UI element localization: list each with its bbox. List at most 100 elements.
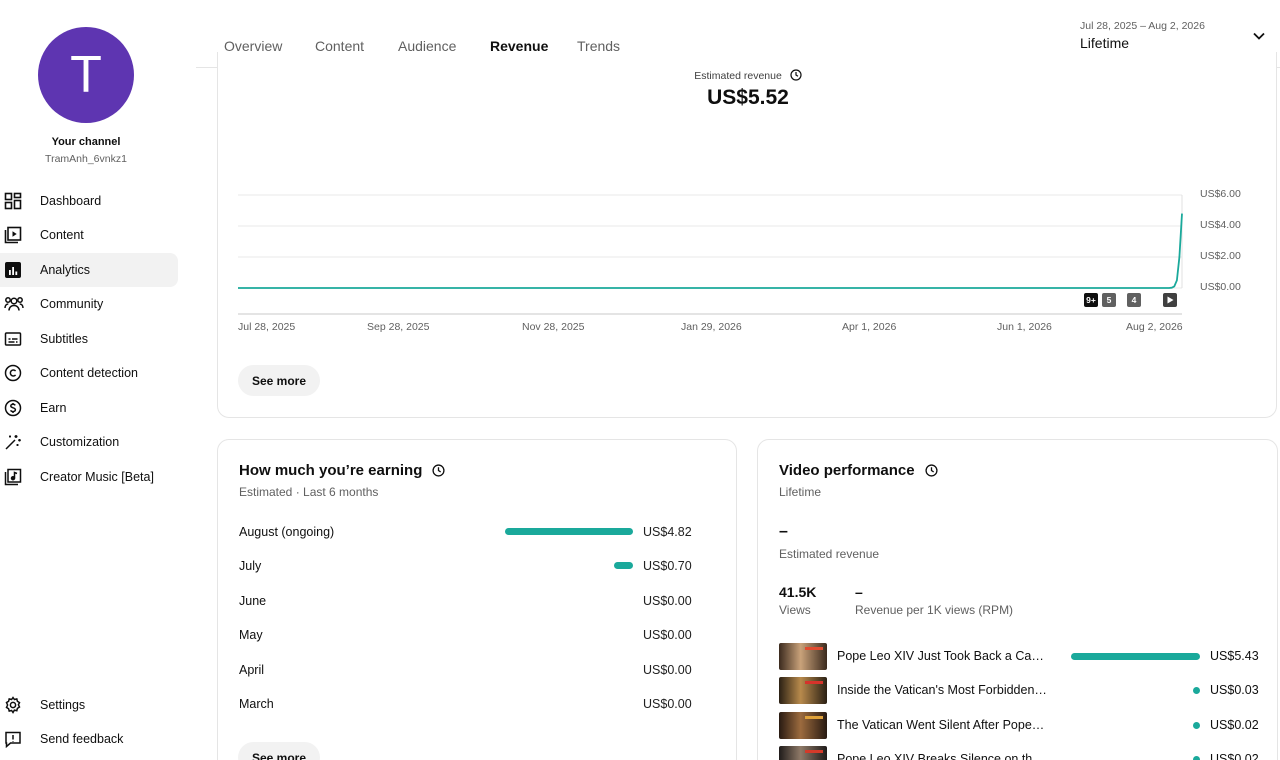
- earning-row: March US$0.00: [239, 694, 709, 714]
- video-revenue-amount: US$0.03: [1210, 683, 1259, 698]
- video-count-badge[interactable]: 5: [1102, 293, 1116, 307]
- earning-row: June US$0.00: [239, 591, 709, 611]
- earning-month: March: [239, 697, 274, 711]
- sidebar-item-settings[interactable]: Settings: [0, 688, 178, 722]
- y-tick-label: US$0.00: [1200, 281, 1241, 293]
- date-range-text[interactable]: Jul 28, 2025 – Aug 2, 2026: [1080, 20, 1205, 32]
- video-thumbnail[interactable]: [779, 677, 827, 705]
- sidebar-item-label: Settings: [40, 698, 86, 712]
- video-row[interactable]: The Vatican Went Silent After Pope L... U…: [779, 711, 1259, 739]
- sidebar-item-label: Dashboard: [40, 194, 102, 208]
- clock-icon[interactable]: [925, 464, 938, 477]
- earning-row: July US$0.70: [239, 556, 709, 576]
- video-row[interactable]: Pope Leo XIV Breaks Silence on the ... US…: [779, 745, 1259, 760]
- video-revenue-bar: [1193, 755, 1200, 760]
- video-revenue-bar: [1071, 653, 1200, 660]
- video-thumbnail[interactable]: [779, 643, 827, 670]
- video-performance-title: Video performance: [779, 462, 938, 479]
- views-label: Views: [779, 603, 811, 617]
- revenue-line-chart[interactable]: [218, 52, 1278, 352]
- sidebar-item-label: Send feedback: [40, 732, 124, 746]
- sidebar-item-content[interactable]: Content: [0, 218, 178, 252]
- video-title[interactable]: Inside the Vatican's Most Forbidden ...: [837, 683, 1047, 697]
- video-count-badge[interactable]: 9+: [1084, 293, 1098, 307]
- video-thumbnail[interactable]: [779, 711, 827, 739]
- thumbnail-graphic: [805, 647, 823, 650]
- your-channel-label: Your channel: [51, 136, 121, 148]
- earning-amount: US$0.00: [643, 593, 692, 608]
- rpm-value: –: [855, 584, 863, 600]
- sidebar: T Your channel TramAnh_6vnkz1 Dashboard …: [0, 0, 196, 760]
- sidebar-item-content-detection[interactable]: Content detection: [0, 356, 178, 390]
- sidebar-item-subtitles[interactable]: Subtitles: [0, 322, 178, 356]
- y-tick-label: US$4.00: [1200, 219, 1241, 231]
- copyright-icon: [0, 364, 28, 382]
- earning-amount: US$0.00: [643, 628, 692, 643]
- video-row[interactable]: Pope Leo XIV Just Took Back a Cardi... US…: [779, 643, 1259, 670]
- x-tick-label: Apr 1, 2026: [842, 321, 897, 333]
- earning-row: May US$0.00: [239, 625, 709, 645]
- video-performance-subtitle: Lifetime: [779, 485, 822, 499]
- earning-card: How much you’re earning Estimated · Last…: [217, 439, 737, 760]
- community-icon: [0, 295, 28, 313]
- magic-wand-icon: [0, 433, 28, 451]
- x-tick-label: Sep 28, 2025: [367, 321, 430, 333]
- clock-icon[interactable]: [432, 464, 445, 477]
- video-revenue-amount: US$0.02: [1210, 717, 1259, 732]
- period-selector[interactable]: Lifetime: [1080, 35, 1129, 51]
- video-performance-card: Video performance Lifetime – Estimated r…: [757, 439, 1278, 760]
- video-row[interactable]: Inside the Vatican's Most Forbidden ... U…: [779, 677, 1259, 705]
- sidebar-item-community[interactable]: Community: [0, 287, 178, 321]
- x-tick-label: Nov 28, 2025: [522, 321, 585, 333]
- video-thumbnail[interactable]: [779, 745, 827, 760]
- x-tick-label: Jun 1, 2026: [997, 321, 1052, 333]
- content-icon: [0, 226, 28, 244]
- earning-month: June: [239, 593, 267, 608]
- analytics-icon: [0, 261, 28, 279]
- channel-avatar[interactable]: T: [38, 27, 134, 123]
- earning-row: April US$0.00: [239, 660, 709, 680]
- earning-amount: US$0.70: [643, 559, 692, 574]
- earning-bar: [505, 528, 633, 535]
- thumbnail-graphic: [805, 749, 823, 753]
- sidebar-item-earn[interactable]: Earn: [0, 391, 178, 425]
- y-tick-label: US$6.00: [1200, 188, 1241, 200]
- sidebar-item-analytics[interactable]: Analytics: [0, 253, 178, 287]
- music-icon: [0, 468, 28, 486]
- chevron-down-icon[interactable]: [1251, 28, 1267, 49]
- feedback-icon: [0, 730, 28, 748]
- x-tick-label: Aug 2, 2026: [1126, 321, 1183, 333]
- sidebar-item-label: Creator Music [Beta]: [40, 470, 154, 484]
- sidebar-item-creator-music[interactable]: Creator Music [Beta]: [0, 460, 178, 494]
- video-title[interactable]: Pope Leo XIV Breaks Silence on the ...: [837, 752, 1047, 760]
- revenue-series-line[interactable]: [238, 213, 1183, 289]
- video-count-badge[interactable]: 4: [1127, 293, 1141, 307]
- earning-amount: US$0.00: [643, 662, 692, 677]
- earning-title: How much you’re earning: [239, 462, 445, 479]
- subtitles-icon: [0, 330, 28, 348]
- dollar-icon: [0, 399, 28, 417]
- video-title[interactable]: Pope Leo XIV Just Took Back a Cardi...: [837, 649, 1047, 663]
- earning-amount: US$4.82: [643, 525, 692, 539]
- sidebar-item-dashboard[interactable]: Dashboard: [0, 184, 178, 218]
- earning-subtitle: Estimated · Last 6 months: [239, 485, 379, 499]
- sidebar-item-label: Customization: [40, 435, 120, 449]
- x-tick-label: Jan 29, 2026: [681, 321, 742, 333]
- video-revenue-amount: US$5.43: [1210, 649, 1259, 663]
- earning-month: July: [239, 559, 262, 574]
- thumbnail-graphic: [805, 715, 823, 719]
- thumbnail-graphic: [805, 681, 823, 685]
- sidebar-item-send-feedback[interactable]: Send feedback: [0, 722, 178, 756]
- see-more-button[interactable]: See more: [238, 742, 321, 760]
- sidebar-item-label: Analytics: [40, 263, 91, 277]
- play-icon[interactable]: [1163, 293, 1177, 307]
- see-more-button[interactable]: See more: [238, 365, 321, 396]
- video-revenue-bar: [1193, 687, 1200, 695]
- sidebar-item-customization[interactable]: Customization: [0, 425, 178, 459]
- x-tick-label: Jul 28, 2025: [238, 321, 296, 333]
- video-title[interactable]: The Vatican Went Silent After Pope L...: [837, 718, 1047, 732]
- earning-row: August (ongoing) US$4.82: [239, 522, 709, 542]
- earning-amount: US$0.00: [643, 697, 692, 711]
- estimated-revenue-card: Estimated revenue US$5.52 Jul 28, 2025 Se…: [217, 52, 1277, 418]
- video-performance-title-text: Video performance: [779, 462, 915, 479]
